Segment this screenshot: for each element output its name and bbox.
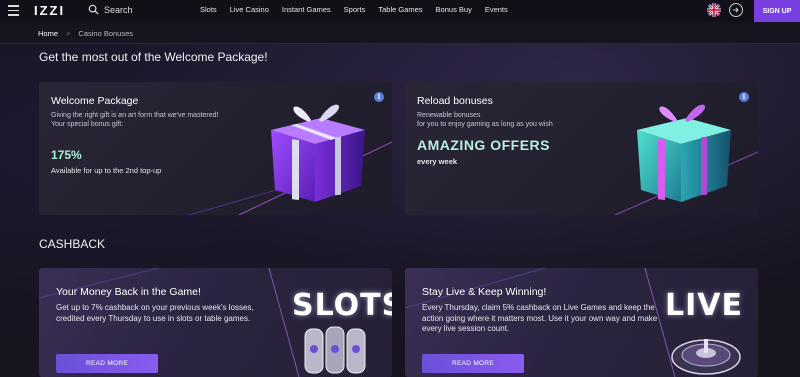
nav-table-games[interactable]: Table Games — [378, 5, 422, 14]
breadcrumb-home[interactable]: Home — [38, 29, 58, 38]
card-title: Your Money Back in the Game! — [56, 286, 201, 298]
breadcrumb: Home > Casino Bonuses — [38, 29, 133, 38]
card-subtitle: Giving the right gift is an art form tha… — [51, 112, 219, 128]
slots-graphic-text: SLOTS — [292, 288, 392, 323]
nav-live-casino[interactable]: Live Casino — [230, 5, 269, 14]
card-title: Reload bonuses — [417, 95, 493, 107]
breadcrumb-separator-icon: > — [66, 29, 71, 38]
top-navigation-bar: IZZI Search Slots Live Casino Instant Ga… — [0, 0, 800, 22]
cashback-live-card[interactable]: Stay Live & Keep Winning! Every Thursday… — [405, 268, 758, 377]
card-subtitle: Renewable bonuses for you to enjoy gamin… — [417, 112, 553, 128]
card-text: Every Thursday, claim 5% cashback on Liv… — [422, 303, 658, 333]
slot-reels-icon — [304, 326, 366, 374]
uk-flag-icon[interactable] — [707, 3, 721, 17]
cashback-section-title: CASHBACK — [39, 237, 106, 251]
card-title: Stay Live & Keep Winning! — [422, 286, 547, 298]
login-icon[interactable] — [729, 3, 743, 17]
card-note: Available for up to the 2nd top-up — [51, 166, 162, 175]
search-label: Search — [104, 4, 133, 15]
search-icon — [88, 4, 99, 15]
breadcrumb-current: Casino Bonuses — [78, 29, 134, 38]
bonus-percent: 175% — [51, 148, 82, 162]
read-more-button[interactable]: READ MORE — [422, 354, 524, 373]
logo[interactable]: IZZI — [34, 3, 65, 18]
nav-events[interactable]: Events — [485, 5, 508, 14]
welcome-package-card[interactable]: i Welcome Package Giving the right gift … — [39, 82, 392, 215]
search-button[interactable]: Search — [88, 4, 133, 15]
hamburger-menu-icon[interactable] — [8, 5, 19, 16]
live-graphic-text: LIVE — [665, 288, 743, 323]
welcome-section-title: Get the most out of the Welcome Package! — [39, 50, 268, 64]
read-more-button[interactable]: READ MORE — [56, 354, 158, 373]
nav-bonus-buy[interactable]: Bonus Buy — [436, 5, 472, 14]
card-text: Get up to 7% cashback on your previous w… — [56, 303, 254, 323]
nav-slots[interactable]: Slots — [200, 5, 217, 14]
teal-gift-box-icon — [637, 104, 731, 202]
card-title: Welcome Package — [51, 95, 139, 107]
main-nav: Slots Live Casino Instant Games Sports T… — [200, 5, 521, 14]
offer-headline: AMAZING OFFERS — [417, 137, 550, 153]
purple-gift-box-icon — [271, 104, 365, 202]
roulette-wheel-icon — [671, 339, 741, 375]
reload-bonuses-card[interactable]: i Reload bonuses Renewable bonuses for y… — [405, 82, 758, 215]
nav-sports[interactable]: Sports — [344, 5, 366, 14]
info-icon[interactable]: i — [374, 92, 384, 102]
cashback-slots-card[interactable]: Your Money Back in the Game! Get up to 7… — [39, 268, 392, 377]
info-icon[interactable]: i — [739, 92, 749, 102]
nav-instant-games[interactable]: Instant Games — [282, 5, 331, 14]
signup-button[interactable]: SIGN UP — [754, 0, 800, 22]
card-note: every week — [417, 157, 458, 166]
